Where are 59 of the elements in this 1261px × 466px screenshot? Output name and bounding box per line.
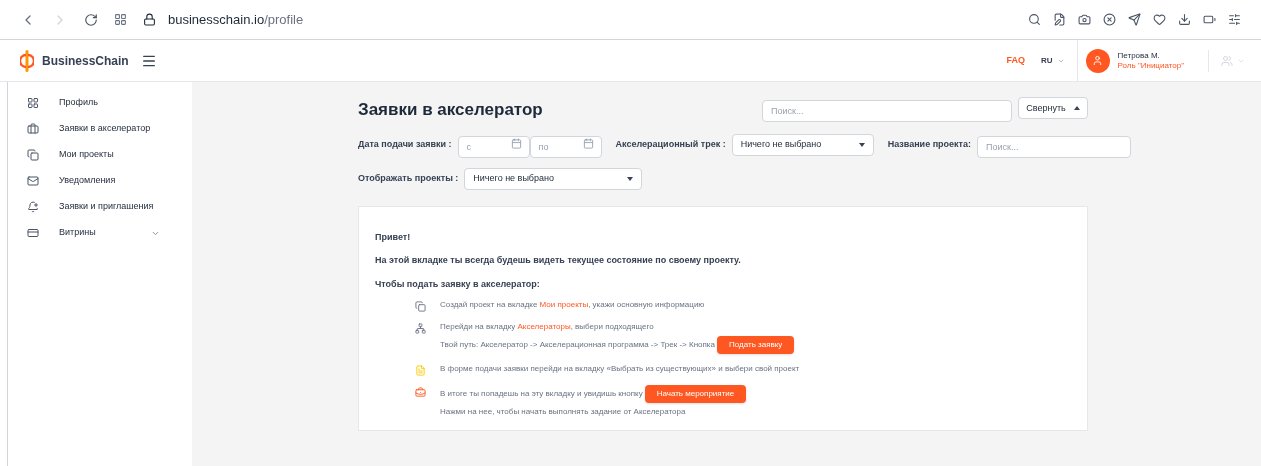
user-name: Петрова М. [1117,50,1161,61]
filter-label: Дата подачи заявки : [358,138,452,152]
heart-icon[interactable] [1153,13,1166,26]
sidebar-item[interactable]: Профиль [8,90,192,116]
copy-icon [415,301,426,312]
card-icon [27,227,39,239]
intro-text: На этой вкладке ты всегда будешь видеть текущее состояние по своему проекту. [375,254,742,267]
mail-icon [27,175,39,187]
filter-label: Отображать проекты : [358,171,459,185]
sidebar-item[interactable]: Заявки в акселератор [8,116,192,142]
date-from-field[interactable]: с [457,135,530,158]
sliders-icon[interactable] [1228,13,1241,26]
sidebar-item[interactable]: Витрины [8,220,192,246]
sidebar-item[interactable]: Уведомления [8,168,192,194]
logo-icon [20,49,34,72]
instruction-text: Перейди на вкладку Акселераторы, выбери подходящего [440,321,654,333]
camera-icon[interactable] [1078,13,1091,26]
reload-icon[interactable] [84,12,98,27]
calendar-icon [582,137,594,149]
collapse-button[interactable]: Свернуть [1018,97,1088,120]
filter-label: Акселерационный трек : [615,138,726,152]
hierarchy-icon [415,323,426,334]
language-selector[interactable]: RU [1041,54,1065,67]
filter-label: Название проекта: [887,138,971,152]
search-field[interactable]: Поиск... [762,100,1012,123]
sidebar-item[interactable]: Заявки и приглашения [8,194,192,220]
date-to-field[interactable]: по [529,135,602,158]
battery-icon[interactable] [1203,13,1216,26]
page-title: Заявки в акселератор [358,99,543,121]
copy-icon [27,149,39,161]
calendar-icon [510,137,522,149]
address-bar[interactable]: businesschain.io/profile [168,9,304,30]
howto-text: Чтобы подать заявку в акселератор: [375,277,541,291]
search-icon[interactable] [1028,13,1041,26]
download-icon[interactable] [1178,13,1191,26]
project-name-field[interactable]: Поиск... [977,135,1131,158]
bell-icon [27,201,39,213]
dropdown[interactable]: Ничего не выбрано [731,134,874,156]
grid-icon [27,97,39,109]
send-icon[interactable] [1128,13,1141,26]
brand-name: BusinessChain [42,52,129,70]
note-icon [415,365,426,376]
user-icon [1092,55,1104,66]
avatar[interactable] [1085,48,1110,73]
briefcase-icon [27,123,39,135]
briefcase-icon [415,387,426,398]
lock-icon [143,13,156,26]
tabs-icon[interactable] [114,13,127,26]
greeting-text: Привет! [375,230,412,244]
instruction-text: Твой путь: Акселератор -> Акселерационная программа -> Трек -> Кнопка [440,339,715,351]
close-circle-icon[interactable] [1103,13,1116,26]
instruction-text: Создай проект на вкладке Мои проекты, укажи основную информацию [440,299,705,311]
instruction-text: В форме подачи заявки перейди на вкладку «Выбрать из существующих» и выбери свой проект [440,363,800,375]
edit-icon[interactable] [1053,13,1066,26]
instruction-text: Нажми на нее, чтобы начать выполнять задание от Акселератора [440,406,686,418]
dropdown[interactable]: Ничего не выбрано [464,167,643,190]
user-role: Роль "Инициатор" [1117,60,1184,71]
instruction-text: В итоге ты попадешь на эту вкладку и увидишь кнопку [440,388,643,400]
sidebar-item[interactable]: Мои проекты [8,142,192,168]
